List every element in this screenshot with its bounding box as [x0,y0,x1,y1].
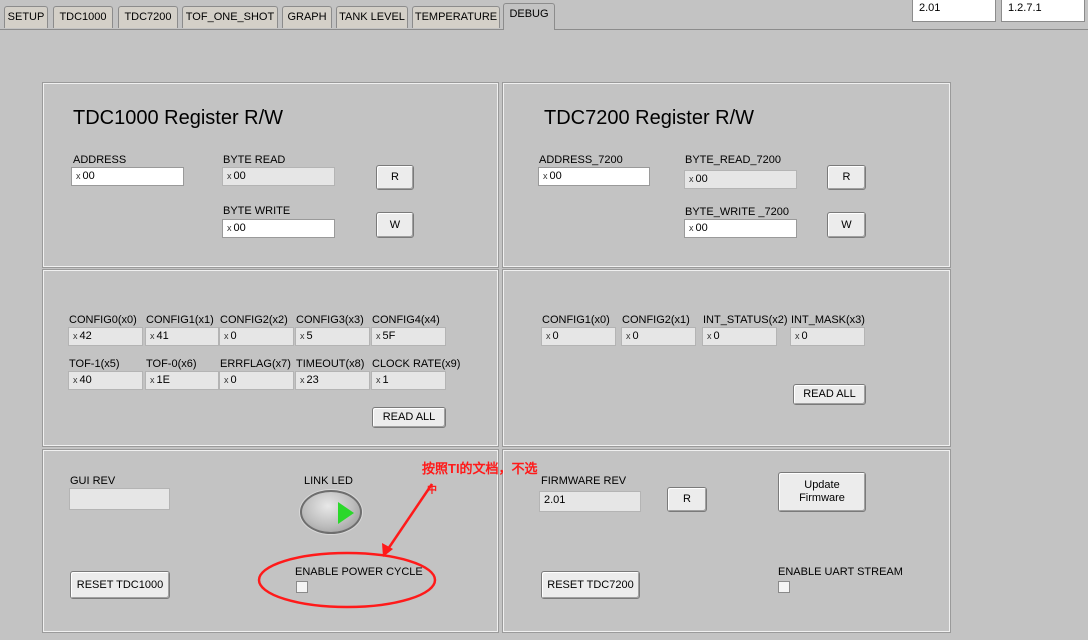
link-led-indicator [300,490,362,534]
radix-indicator: x [376,331,381,341]
firmware-rev-value: 2.01 [539,491,641,512]
tab-tdc7200[interactable]: TDC7200 [118,6,178,28]
byte-write-input[interactable]: x 00 [222,219,335,238]
read-7200-button[interactable]: R [827,165,866,190]
radix-indicator: x [707,331,712,341]
timeout-value: x 23 [295,371,370,390]
radix-indicator: x [795,331,800,341]
version-indicator-left: 2.01 [912,0,996,22]
radix-indicator: x [300,375,305,385]
tdc1000-read-all-button[interactable]: READ ALL [372,407,446,428]
config0-value: x 42 [68,327,143,346]
tab-tdc1000[interactable]: TDC1000 [53,6,113,28]
byte-write-label: BYTE WRITE [223,205,291,217]
annotation-text-line2: 中 [427,485,437,496]
radix-indicator: x [224,375,229,385]
radix-indicator: x [224,331,229,341]
radix-indicator: x [626,331,631,341]
radix-indicator: x [227,171,232,181]
config3-label: CONFIG3(x3) [296,314,364,326]
tdc1000-rw-title: TDC1000 Register R/W [73,107,284,129]
enable-power-cycle-label: ENABLE POWER CYCLE [295,566,423,578]
enable-uart-stream-label: ENABLE UART STREAM [778,566,903,578]
tof0-value: x 1E [145,371,219,390]
radix-indicator: x [300,331,305,341]
address-7200-input[interactable]: x 00 [538,167,650,186]
radix-indicator: x [543,171,548,181]
config1-label: CONFIG1(x1) [146,314,214,326]
link-led-label: LINK LED [304,475,353,487]
byte-read-7200-label: BYTE_READ_7200 [685,154,781,166]
radix-indicator: x [227,223,232,233]
byte-write-7200-input[interactable]: x 00 [684,219,797,238]
byte-read-label: BYTE READ [223,154,286,166]
tdc7200-config2-label: CONFIG2(x1) [622,314,690,326]
radix-indicator: x [150,331,155,341]
radix-indicator: x [689,223,694,233]
reset-tdc7200-button[interactable]: RESET TDC7200 [541,571,640,599]
config2-label: CONFIG2(x2) [220,314,288,326]
tab-debug[interactable]: DEBUG [503,3,555,30]
tab-temperature[interactable]: TEMPERATURE [412,6,500,28]
radix-indicator: x [73,331,78,341]
write-7200-button[interactable]: W [827,212,866,238]
radix-indicator: x [150,375,155,385]
config0-label: CONFIG0(x0) [69,314,137,326]
tdc7200-config1-label: CONFIG1(x0) [542,314,610,326]
errflag-value: x0 [219,371,294,390]
play-triangle-icon [338,502,354,524]
read-button[interactable]: R [376,165,414,190]
int-status-value: x0 [702,327,777,346]
radix-indicator: x [376,375,381,385]
reset-tdc1000-button[interactable]: RESET TDC1000 [70,571,170,599]
radix-indicator: x [73,375,78,385]
address-7200-label: ADDRESS_7200 [539,154,623,166]
int-mask-label: INT_MASK(x3) [791,314,865,326]
firmware-rev-label: FIRMWARE REV [541,475,627,487]
tof1-label: TOF-1(x5) [69,358,120,370]
timeout-label: TIMEOUT(x8) [296,358,365,370]
int-status-label: INT_STATUS(x2) [703,314,788,326]
tdc7200-read-all-button[interactable]: READ ALL [793,384,866,405]
config1-value: x 41 [145,327,219,346]
enable-uart-stream-checkbox[interactable] [778,581,790,593]
tab-setup[interactable]: SETUP [4,6,48,28]
config3-value: x5 [295,327,370,346]
address-input[interactable]: x 00 [71,167,184,186]
enable-power-cycle-checkbox[interactable] [296,581,308,593]
radix-indicator: x [546,331,551,341]
version-indicator-right: 1.2.7.1 [1001,0,1085,22]
write-button[interactable]: W [376,212,414,238]
tab-tank-level[interactable]: TANK LEVEL [336,6,408,28]
gui-rev-value [69,488,170,510]
tdc7200-config1-value: x0 [541,327,616,346]
radix-indicator: x [689,174,694,184]
annotation-text-line1: 按照TI的文档，不选 [422,461,538,476]
firmware-read-button[interactable]: R [667,487,707,512]
address-label: ADDRESS [73,154,127,166]
int-mask-value: x0 [790,327,865,346]
gui-rev-label: GUI REV [70,475,116,487]
clock-rate-label: CLOCK RATE(x9) [372,358,461,370]
tdc7200-config2-value: x0 [621,327,696,346]
tof1-value: x 40 [68,371,143,390]
radix-indicator: x [76,171,81,181]
byte-write-7200-label: BYTE_WRITE _7200 [685,206,789,218]
config4-label: CONFIG4(x4) [372,314,440,326]
tof0-label: TOF-0(x6) [146,358,197,370]
update-firmware-button[interactable]: Update Firmware [778,472,866,512]
errflag-label: ERRFLAG(x7) [220,358,291,370]
byte-read-value: x 00 [222,167,335,186]
tdc7200-rw-title: TDC7200 Register R/W [544,107,755,129]
clock-rate-value: x1 [371,371,446,390]
config2-value: x0 [219,327,294,346]
tab-tof-one-shot[interactable]: TOF_ONE_SHOT [182,6,278,28]
config4-value: x 5F [371,327,446,346]
byte-read-7200-value: x 00 [684,170,797,189]
tdc7200-config-panel [502,269,951,447]
tab-graph[interactable]: GRAPH [282,6,332,28]
